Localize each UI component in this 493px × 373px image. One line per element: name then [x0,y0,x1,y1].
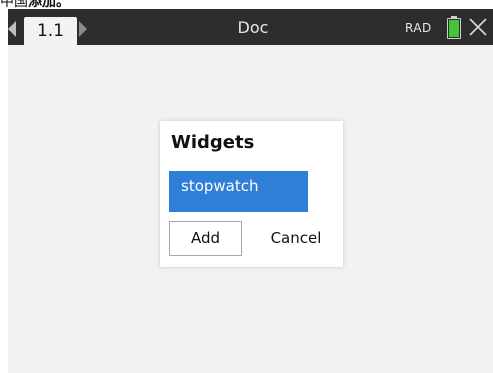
caption-text: 中国添加。 [0,0,70,10]
battery-level-fill [449,20,459,37]
close-icon[interactable] [468,17,488,37]
list-item-label: stopwatch [181,177,259,195]
tab-label: 1.1 [36,21,65,41]
document-window: 1.1 Doc RAD Widgets stopwatch Add Cancel [8,9,493,373]
tab-right-arrow-icon[interactable] [79,21,87,37]
title-bar: 1.1 Doc RAD [8,9,493,45]
add-button[interactable]: Add [169,221,242,256]
tab-left-arrow-icon[interactable] [8,21,16,37]
battery-icon [447,16,461,39]
widgets-dialog: Widgets stopwatch Add Cancel [160,121,343,267]
dialog-title: Widgets [171,132,255,153]
widget-list-item-selected[interactable]: stopwatch [169,171,308,212]
document-title: Doc [237,18,269,37]
angle-mode-indicator: RAD [405,21,432,35]
tab-page-1-1[interactable]: 1.1 [24,17,77,45]
cancel-button[interactable]: Cancel [256,221,336,256]
